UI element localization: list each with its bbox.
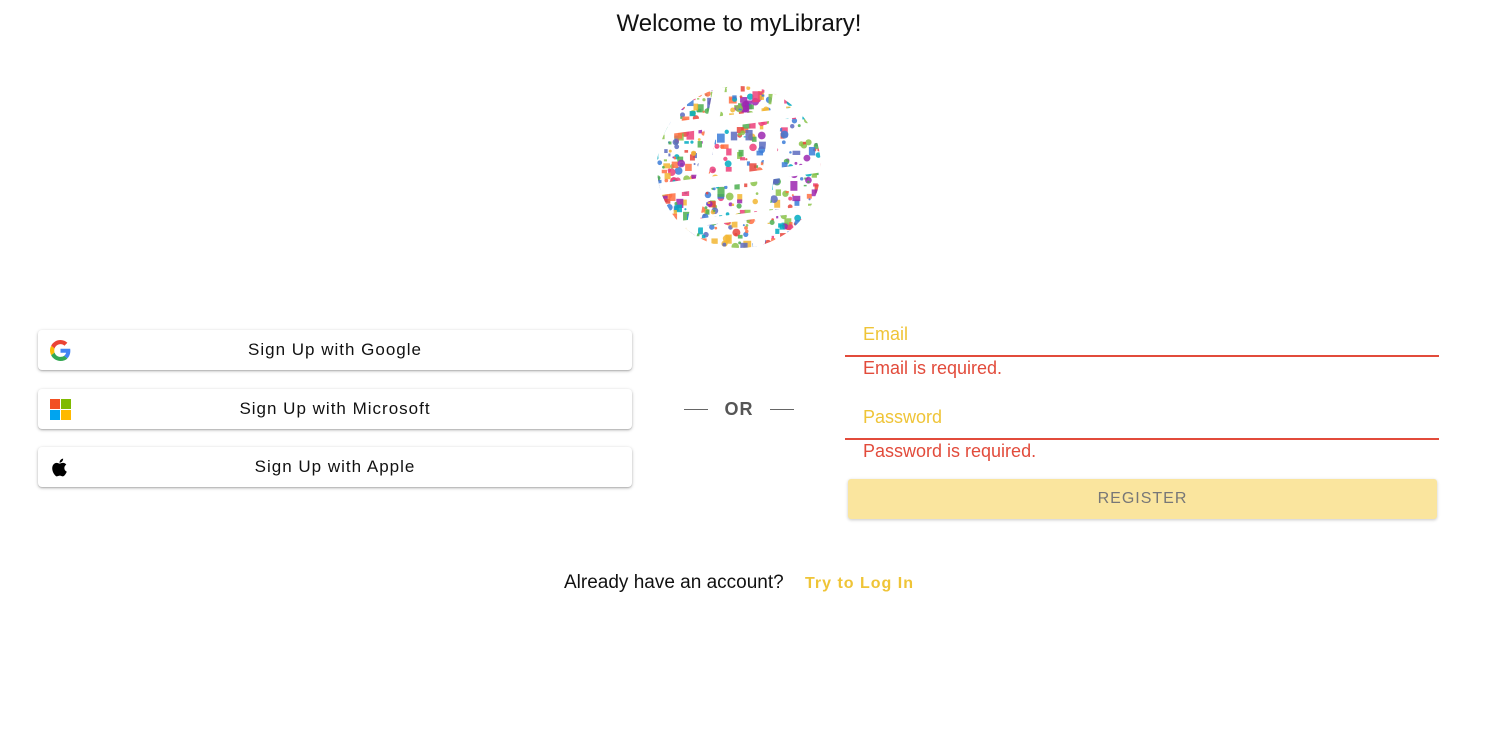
email-field[interactable]	[845, 313, 1439, 357]
register-button[interactable]: REGISTER	[848, 479, 1437, 519]
sign-up-microsoft-button[interactable]: Sign Up with Microsoft	[38, 389, 632, 429]
login-question: Already have an account?	[564, 572, 784, 593]
sign-up-apple-label: Sign Up with Apple	[254, 457, 416, 476]
page-title: Welcome to myLibrary!	[616, 10, 862, 37]
globe-collage-logo	[657, 86, 821, 248]
or-separator: OR	[684, 398, 794, 422]
login-prompt: Already have an account? Try to Log In	[0, 572, 1478, 594]
login-link[interactable]: Try to Log In	[805, 575, 914, 592]
email-field-container	[845, 313, 1439, 361]
email-error-message: Email is required.	[863, 358, 1003, 378]
password-field-container	[845, 396, 1439, 444]
sign-up-google-button[interactable]: Sign Up with Google	[38, 330, 632, 370]
sign-up-google-label: Sign Up with Google	[248, 340, 422, 359]
password-error-message: Password is required.	[863, 441, 1037, 461]
sign-up-apple-button[interactable]: Sign Up with Apple	[38, 447, 632, 487]
sign-up-microsoft-label: Sign Up with Microsoft	[239, 399, 431, 418]
separator-line-right	[770, 409, 794, 410]
password-field[interactable]	[845, 396, 1439, 440]
